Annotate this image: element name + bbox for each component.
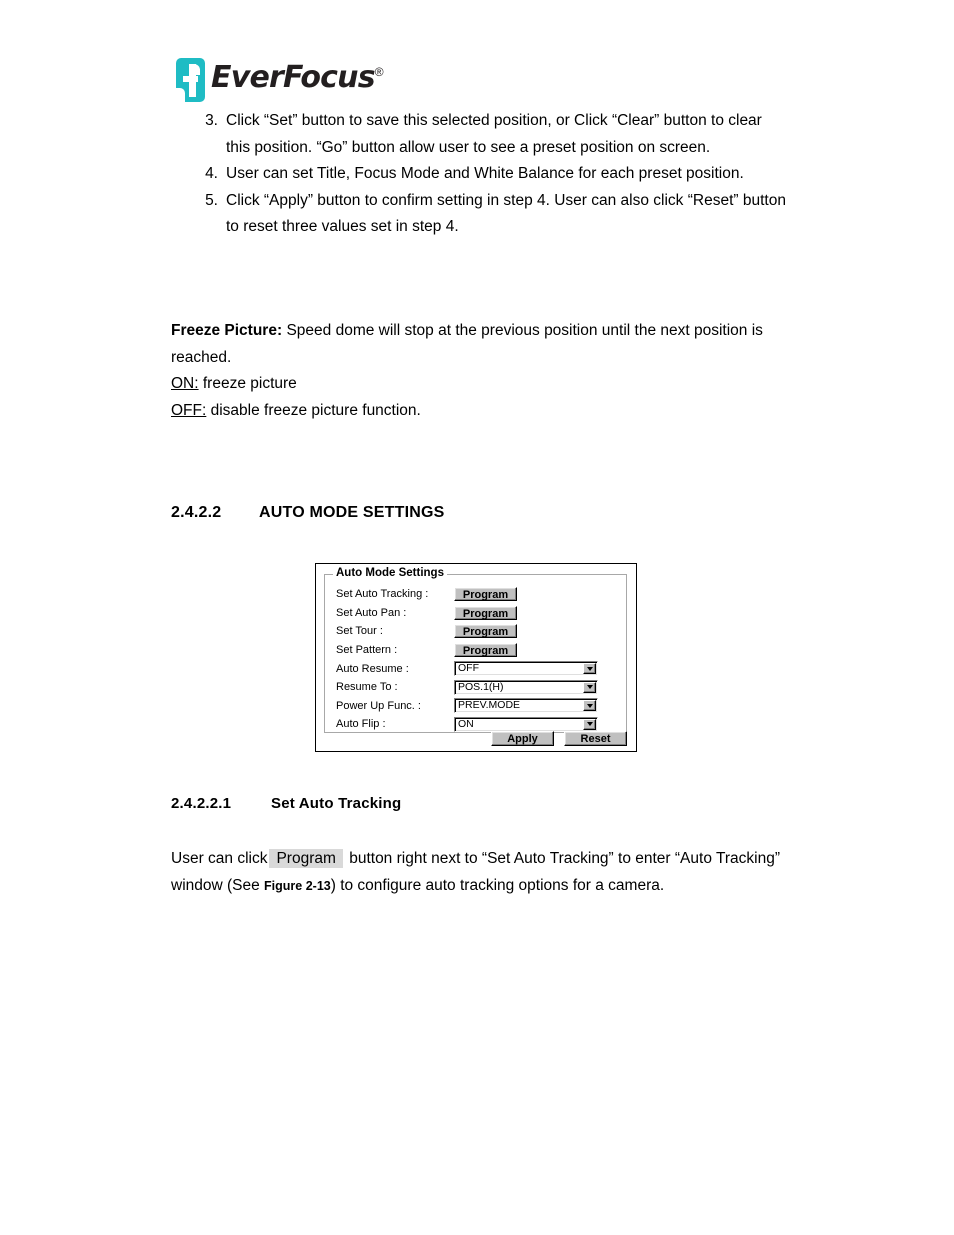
section-heading-auto-mode: 2.4.2.2 AUTO MODE SETTINGS xyxy=(171,504,445,522)
freeze-picture-label: Freeze Picture: xyxy=(171,322,283,339)
brand-wordmark: EverFocus® xyxy=(211,58,384,98)
setting-label: Set Auto Pan : xyxy=(336,606,407,619)
setting-row-power-up-func: Power Up Func. : PREV.MODE xyxy=(336,697,622,716)
setting-row-set-auto-pan: Set Auto Pan : Program xyxy=(336,604,622,623)
settings-rows: Set Auto Tracking : Program Set Auto Pan… xyxy=(336,585,622,734)
section-number: 2.4.2.2.1 xyxy=(171,795,232,812)
section-number: 2.4.2.2 xyxy=(171,504,222,521)
freeze-picture-off-row: OFF: disable freeze picture function. xyxy=(171,398,781,425)
program-button-set-auto-tracking[interactable]: Program xyxy=(454,587,517,602)
setting-label: Set Pattern : xyxy=(336,644,398,657)
freeze-picture-on-text: freeze picture xyxy=(198,375,297,392)
freeze-picture-off-text: disable freeze picture function. xyxy=(206,401,421,419)
resume-to-value: POS.1(H) xyxy=(458,680,504,693)
freeze-picture-on-row: ON: freeze picture xyxy=(171,371,781,398)
program-button-set-tour[interactable]: Program xyxy=(454,624,517,639)
setting-label: Auto Flip : xyxy=(336,718,386,731)
program-button-set-auto-pan[interactable]: Program xyxy=(454,605,517,620)
power-up-func-value: PREV.MODE xyxy=(458,699,521,712)
setting-row-resume-to: Resume To : POS.1(H) xyxy=(336,678,622,697)
list-item-number: 3. xyxy=(205,112,218,129)
setting-label: Power Up Func. : xyxy=(336,699,421,712)
fieldset-legend: Auto Mode Settings xyxy=(333,567,447,579)
brand-logo: EverFocus® xyxy=(176,58,384,102)
list-item-text: Click “Set” button to save this selected… xyxy=(226,112,762,156)
auto-flip-value: ON xyxy=(458,717,474,730)
dialog-action-row: Apply Reset xyxy=(316,731,627,746)
auto-resume-dropdown[interactable]: OFF xyxy=(454,661,598,677)
closing-paragraph: User can click Program button right next … xyxy=(171,846,791,899)
section-heading-set-auto-tracking: 2.4.2.2.1 Set Auto Tracking xyxy=(171,795,401,812)
setting-label: Resume To : xyxy=(336,681,398,694)
registered-trademark-icon: ® xyxy=(374,65,384,79)
freeze-picture-description: Freeze Picture: Speed dome will stop at … xyxy=(171,318,781,371)
closing-paragraph-part1: User can click xyxy=(171,850,268,867)
apply-button[interactable]: Apply xyxy=(491,731,554,746)
auto-resume-value: OFF xyxy=(458,662,479,675)
chevron-down-icon[interactable] xyxy=(583,700,596,712)
auto-flip-dropdown[interactable]: ON xyxy=(454,716,598,732)
chevron-down-icon[interactable] xyxy=(583,681,596,693)
setting-label: Set Auto Tracking : xyxy=(336,588,429,601)
everfocus-f-logo-icon xyxy=(176,58,205,102)
reset-button[interactable]: Reset xyxy=(564,731,627,746)
section-title: Set Auto Tracking xyxy=(271,795,402,812)
freeze-picture-off-label: OFF: xyxy=(171,401,207,419)
auto-mode-settings-dialog: Auto Mode Settings Set Auto Tracking : P… xyxy=(315,563,637,752)
chevron-down-icon[interactable] xyxy=(583,663,596,675)
numbered-instruction-list: 3. Click “Set” button to save this select… xyxy=(196,108,786,241)
program-button-set-pattern[interactable]: Program xyxy=(454,643,517,658)
setting-label: Auto Resume : xyxy=(336,662,409,675)
resume-to-dropdown[interactable]: POS.1(H) xyxy=(454,679,598,695)
freeze-picture-on-label: ON: xyxy=(171,375,199,392)
list-item: 5. Click “Apply” button to confirm settin… xyxy=(196,188,786,241)
inline-program-chip: Program xyxy=(269,849,343,868)
setting-row-set-auto-tracking: Set Auto Tracking : Program xyxy=(336,585,622,604)
figure-reference: Figure 2-13 xyxy=(264,878,331,893)
list-item-number: 5. xyxy=(205,191,218,209)
setting-row-auto-resume: Auto Resume : OFF xyxy=(336,659,622,678)
brand-wordmark-text: EverFocus xyxy=(211,60,376,95)
list-item-text: Click “Apply” button to confirm setting … xyxy=(226,191,786,236)
list-item: 3. Click “Set” button to save this select… xyxy=(196,108,786,161)
power-up-func-dropdown[interactable]: PREV.MODE xyxy=(454,698,598,714)
list-item-text: User can set Title, Focus Mode and White… xyxy=(226,165,744,182)
setting-row-set-tour: Set Tour : Program xyxy=(336,622,622,641)
section-title: AUTO MODE SETTINGS xyxy=(259,504,445,521)
closing-paragraph-part3: ) to configure auto tracking options for… xyxy=(330,876,665,894)
setting-row-set-pattern: Set Pattern : Program xyxy=(336,641,622,660)
chevron-down-icon[interactable] xyxy=(583,718,596,730)
list-item: 4. User can set Title, Focus Mode and Whi… xyxy=(196,161,786,188)
list-item-number: 4. xyxy=(205,165,218,182)
setting-label: Set Tour : xyxy=(336,625,383,638)
freeze-picture-section: Freeze Picture: Speed dome will stop at … xyxy=(171,318,781,424)
auto-mode-settings-fieldset: Auto Mode Settings Set Auto Tracking : P… xyxy=(324,567,627,734)
